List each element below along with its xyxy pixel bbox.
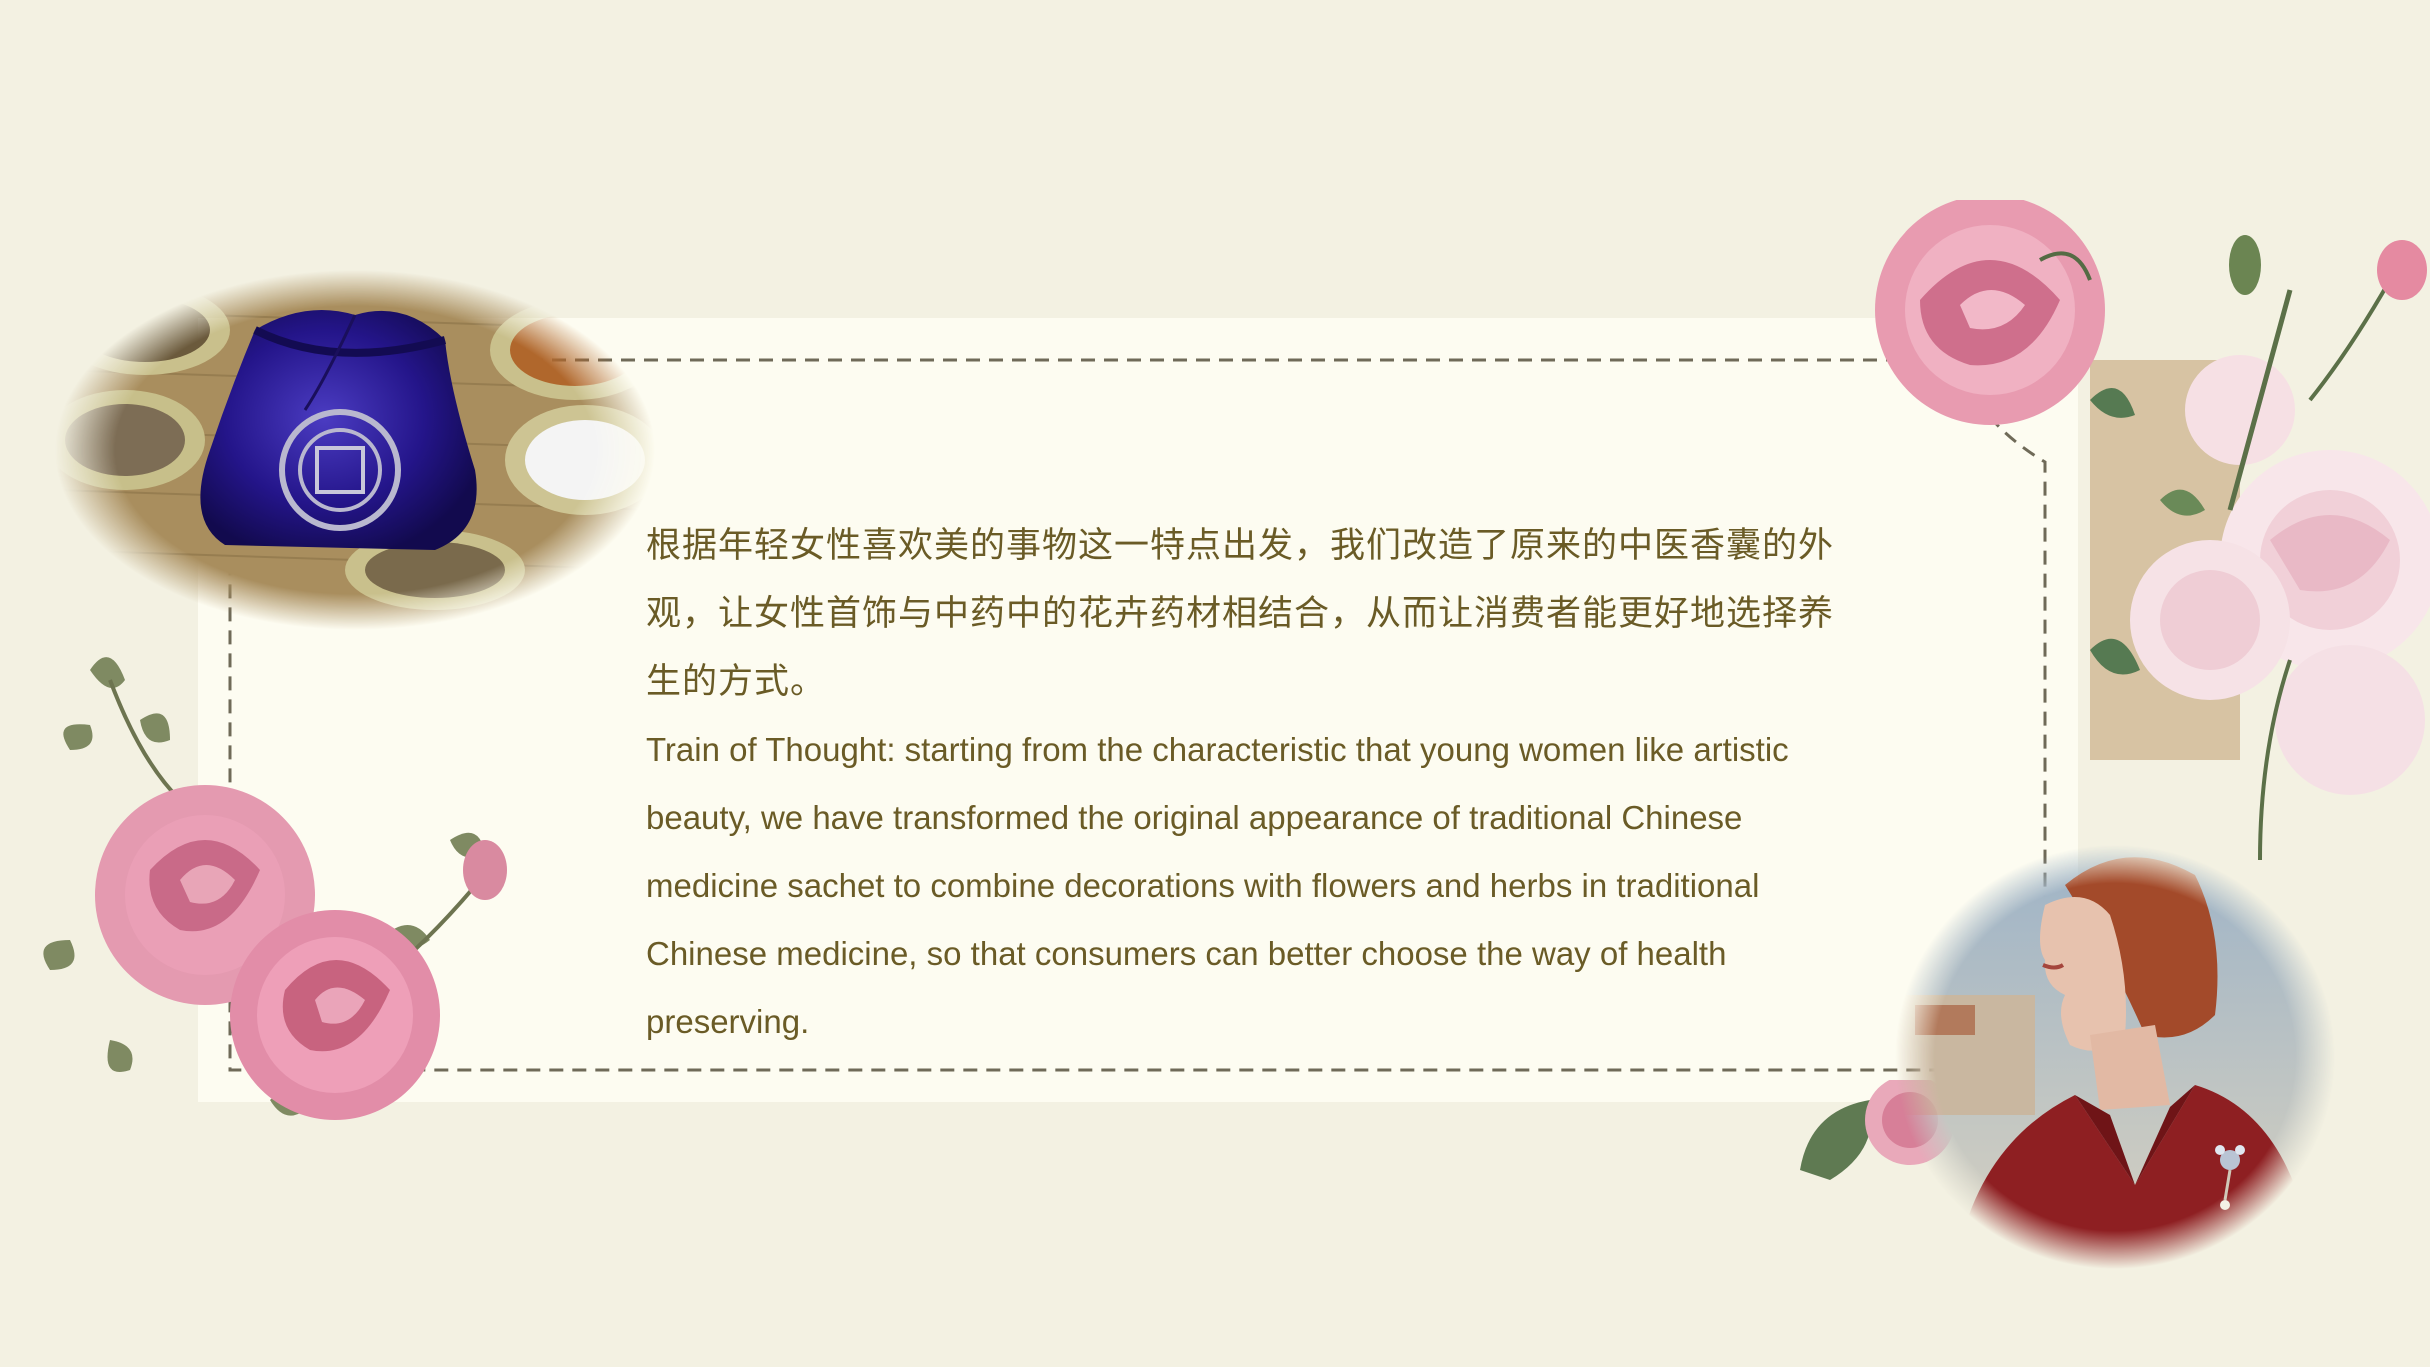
flowers-right-illustration: [1875, 200, 2430, 861]
roses-left-illustration: [43, 657, 507, 1120]
paragraph-english: Train of Thought: starting from the char…: [646, 731, 1789, 1040]
woman-portrait-photo: [1895, 845, 2335, 1270]
herb-sachet-photo: [55, 270, 655, 630]
slide: 根据年轻女性喜欢美的事物这一特点出发，我们改造了原来的中医香囊的外观，让女性首饰…: [0, 0, 2430, 1367]
paragraph-chinese: 根据年轻女性喜欢美的事物这一特点出发，我们改造了原来的中医香囊的外观，让女性首饰…: [646, 526, 1835, 702]
text-content: 根据年轻女性喜欢美的事物这一特点出发，我们改造了原来的中医香囊的外观，让女性首饰…: [646, 512, 1856, 1056]
